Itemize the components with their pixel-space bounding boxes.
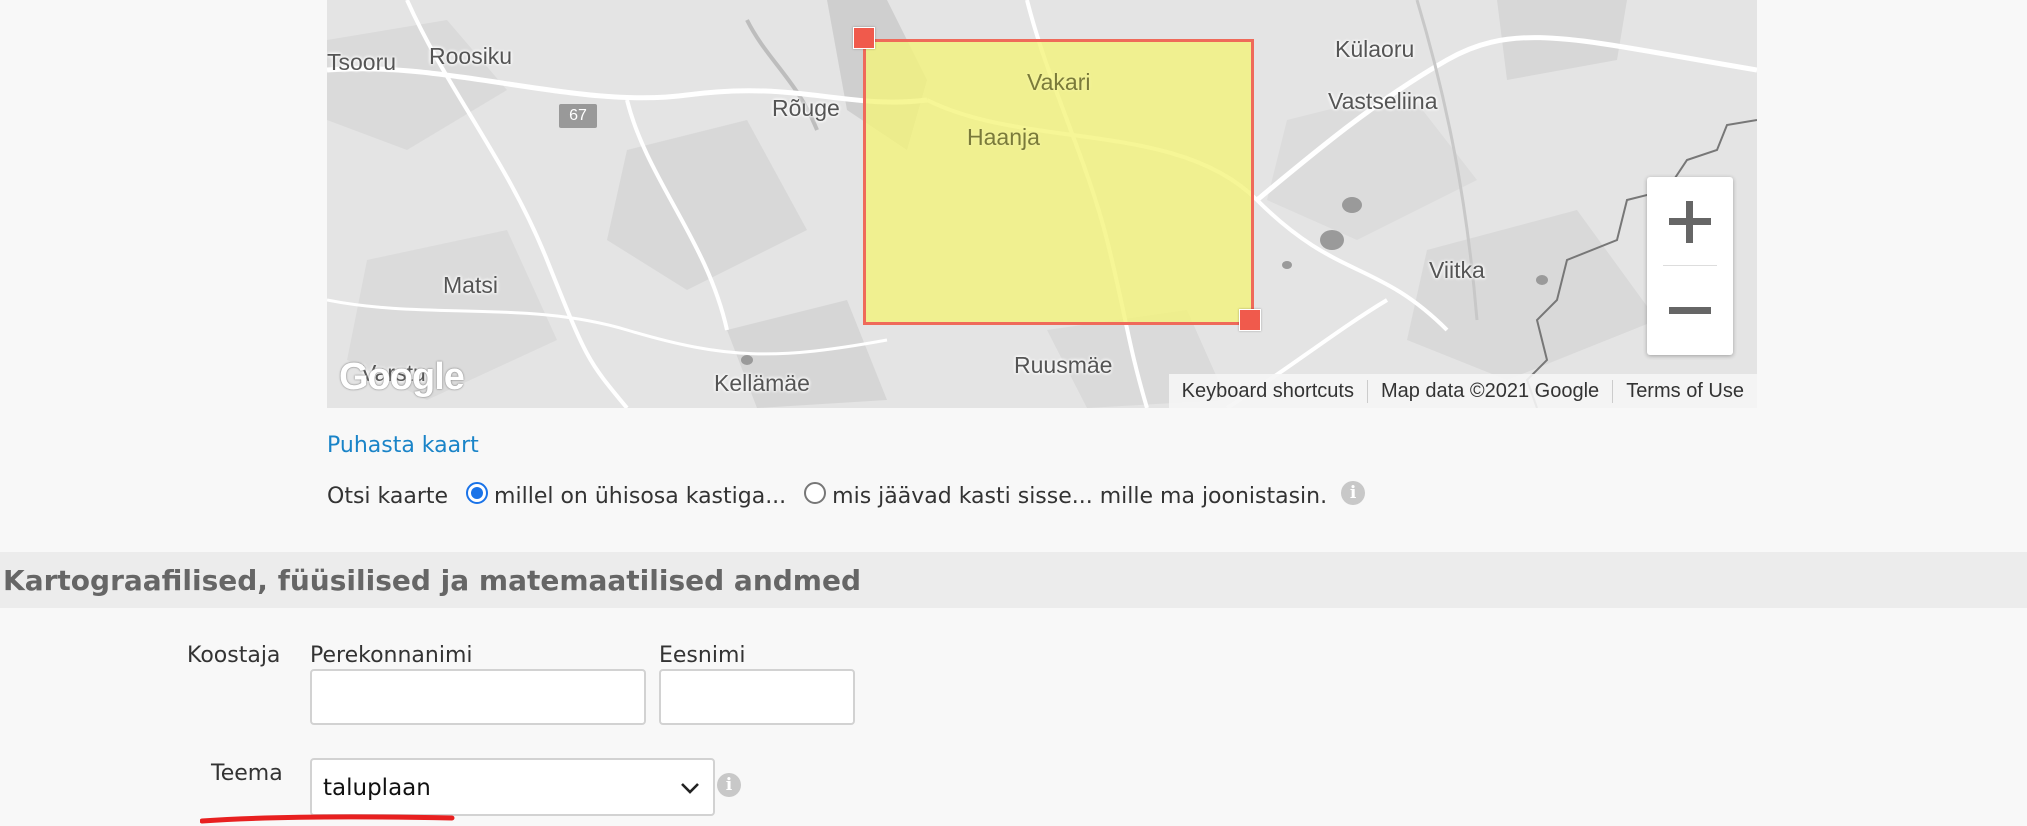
firstname-field[interactable] [659,669,855,725]
place-label-rouge: Rõuge [772,95,840,121]
radio-intersect-label[interactable]: millel on ühisosa kastiga... [494,484,786,509]
selection-handle-top-left[interactable] [853,27,875,49]
place-label-ruusmae: Ruusmäe [1014,352,1113,378]
map-search-options: Otsi kaarte millel on ühisosa kastiga...… [327,480,1366,509]
place-label-haanja: Haanja [967,124,1040,150]
theme-selected-value: taluplaan [323,775,431,801]
radio-intersect[interactable] [466,481,489,504]
firstname-label: Eesnimi [659,643,746,668]
zoom-in-button[interactable] [1647,177,1733,265]
chevron-down-icon [681,783,699,794]
theme-label: Teema [211,761,283,786]
place-label-kellamae: Kellämäe [714,370,810,396]
map-view[interactable]: 67 Tsooru Roosiku Rõuge Vakari Haanja Kü… [327,0,1757,408]
place-label-matsi: Matsi [443,272,498,298]
road-number-shield: 67 [559,104,597,128]
theme-select[interactable]: taluplaan [310,758,715,816]
place-label-kulaoru: Külaoru [1335,36,1415,62]
radio-inside-label[interactable]: mis jäävad kasti sisse... mille ma jooni… [832,484,1327,509]
radio-inside[interactable] [804,481,827,504]
surname-field[interactable] [310,669,646,725]
red-annotation-underline [200,814,455,824]
section-header: Kartograafilised, füüsilised ja matemaat… [0,552,2027,608]
search-mode-label: Otsi kaarte [327,484,449,509]
keyboard-shortcuts-link[interactable]: Keyboard shortcuts [1169,380,1367,403]
zoom-control [1647,177,1733,355]
place-label-roosiku: Roosiku [429,43,513,69]
place-label-viitka: Viitka [1429,257,1485,283]
zoom-out-button[interactable] [1647,267,1733,355]
place-label-tsooru: Tsooru [327,49,397,75]
section-title: Kartograafilised, füüsilised ja matemaat… [3,564,862,597]
place-label-vastseliina: Vastseliina [1328,88,1438,114]
terms-of-use-link[interactable]: Terms of Use [1612,379,1757,403]
map-data-credit: Map data ©2021 Google [1366,379,1612,403]
zoom-divider [1663,265,1717,266]
selection-handle-bottom-right[interactable] [1239,309,1261,331]
theme-info-icon[interactable]: i [717,773,741,797]
place-label-vakari: Vakari [1027,69,1091,95]
author-label: Koostaja [187,643,281,668]
map-attribution-bar: Keyboard shortcuts Map data ©2021 Google… [1168,374,1757,408]
google-logo[interactable]: Google [339,356,465,399]
surname-label: Perekonnanimi [310,643,473,668]
clear-map-link[interactable]: Puhasta kaart [327,433,479,458]
info-icon[interactable]: i [1341,480,1366,505]
